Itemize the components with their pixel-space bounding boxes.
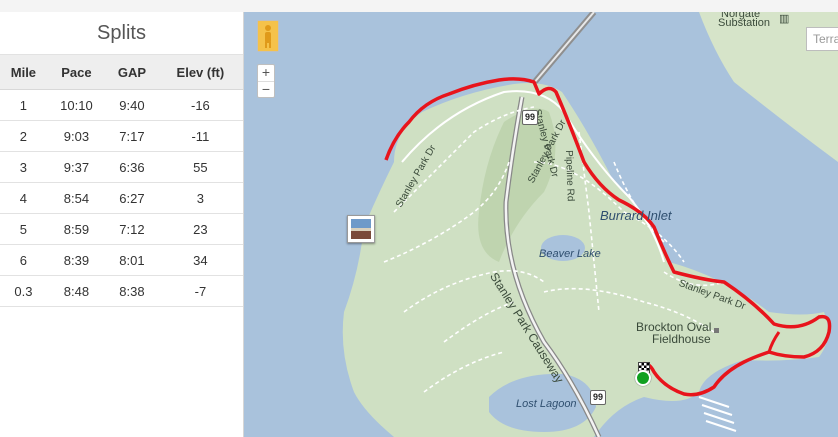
mile-cell: 3 <box>0 151 47 183</box>
hwy-99-shield-north: 99 <box>522 110 538 125</box>
substation-label: Substation <box>718 17 770 29</box>
table-row: 4 8:54 6:27 3 <box>0 182 243 214</box>
start-marker-icon[interactable] <box>635 370 651 386</box>
gap-cell: 7:17 <box>106 120 158 152</box>
fieldhouse-label: Fieldhouse <box>652 332 711 346</box>
mile-cell: 5 <box>0 213 47 245</box>
elev-cell: 23 <box>157 213 243 245</box>
lost-lagoon-label: Lost Lagoon <box>516 398 577 410</box>
pace-cell: 8:39 <box>46 244 107 276</box>
splits-title: Splits <box>0 12 243 55</box>
pace-cell: 10:10 <box>46 89 107 121</box>
beaver-lake-label: Beaver Lake <box>539 248 601 260</box>
mile-cell: 1 <box>0 89 47 121</box>
mile-cell: 2 <box>0 120 47 152</box>
zoom-in-button[interactable]: + <box>258 65 274 82</box>
table-row: 2 9:03 7:17 -11 <box>0 120 243 152</box>
table-row: 6 8:39 8:01 34 <box>0 244 243 276</box>
elev-cell: -7 <box>157 275 243 307</box>
zoom-control: + − <box>257 64 275 98</box>
gap-cell: 6:36 <box>106 151 158 183</box>
table-row: 0.3 8:48 8:38 -7 <box>0 275 243 307</box>
gap-cell: 6:27 <box>106 182 158 214</box>
building-icon: ▥ <box>779 13 790 25</box>
elev-cell: 3 <box>157 182 243 214</box>
map-canvas[interactable] <box>244 12 838 437</box>
pace-cell: 8:54 <box>46 182 107 214</box>
fieldhouse-building <box>714 328 719 333</box>
elev-cell: 34 <box>157 244 243 276</box>
pace-cell: 9:03 <box>46 120 107 152</box>
pegman-icon <box>258 21 278 51</box>
splits-header-row: Mile Pace GAP Elev (ft) <box>0 55 243 90</box>
elev-cell: -11 <box>157 120 243 152</box>
photo-thumbnail <box>351 219 371 239</box>
elev-cell: -16 <box>157 89 243 121</box>
marina-docks <box>698 396 737 432</box>
burrard-inlet-label: Burrard Inlet <box>600 208 672 223</box>
hwy-99-shield-south: 99 <box>590 390 606 405</box>
pipeline-rd-label: Pipeline Rd <box>563 150 576 202</box>
column-header-gap: GAP <box>106 55 158 90</box>
column-header-pace: Pace <box>46 55 107 90</box>
splits-panel: Splits Mile Pace GAP Elev (ft) 1 10:10 9… <box>0 12 244 437</box>
elev-cell: 55 <box>157 151 243 183</box>
mile-cell: 0.3 <box>0 275 47 307</box>
mile-cell: 4 <box>0 182 47 214</box>
photo-marker[interactable] <box>347 215 375 243</box>
route-map[interactable]: + − Terra Norgate Substation ▥ Burrard I… <box>244 12 838 437</box>
map-type-button[interactable]: Terra <box>806 27 838 51</box>
street-view-pegman[interactable] <box>257 20 279 52</box>
table-row: 3 9:37 6:36 55 <box>0 151 243 183</box>
pace-cell: 8:48 <box>46 275 107 307</box>
splits-table: Mile Pace GAP Elev (ft) 1 10:10 9:40 -16… <box>0 55 243 307</box>
column-header-mile: Mile <box>0 55 47 90</box>
gap-cell: 8:01 <box>106 244 158 276</box>
gap-cell: 7:12 <box>106 213 158 245</box>
gap-cell: 8:38 <box>106 275 158 307</box>
table-row: 5 8:59 7:12 23 <box>0 213 243 245</box>
table-row: 1 10:10 9:40 -16 <box>0 89 243 121</box>
zoom-out-button[interactable]: − <box>258 82 274 98</box>
pace-cell: 9:37 <box>46 151 107 183</box>
pace-cell: 8:59 <box>46 213 107 245</box>
gap-cell: 9:40 <box>106 89 158 121</box>
column-header-elev: Elev (ft) <box>157 55 243 90</box>
mile-cell: 6 <box>0 244 47 276</box>
